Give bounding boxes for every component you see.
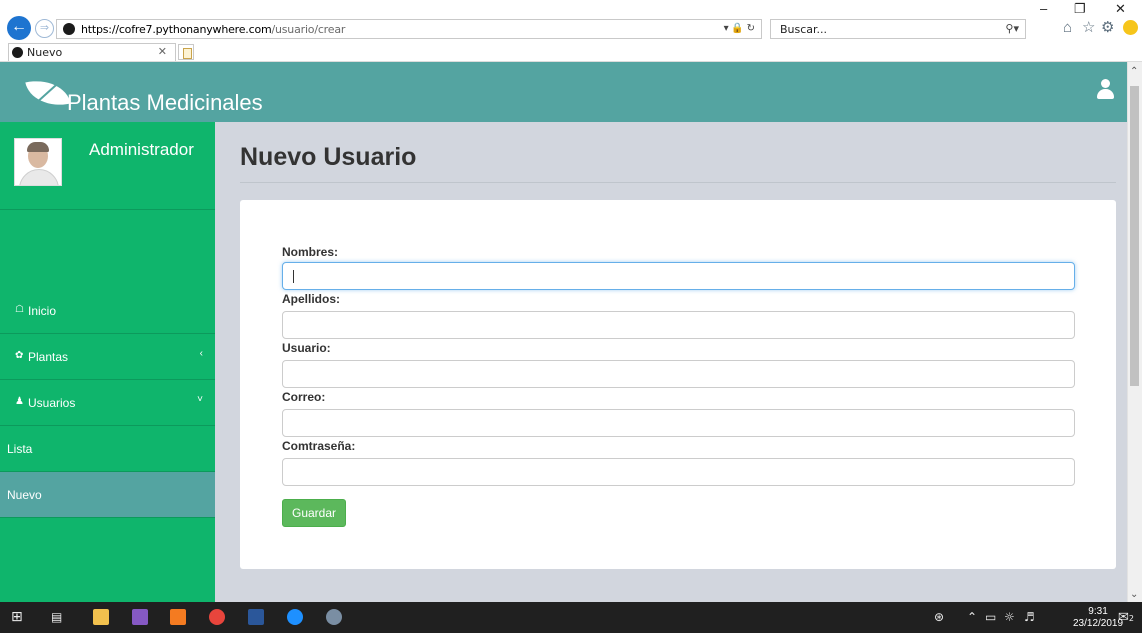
internet-explorer-icon[interactable] bbox=[287, 609, 303, 625]
leaf-logo-icon bbox=[25, 74, 71, 112]
windows-taskbar: ⊞ ▤ ⊛ ⌃ ▭ ☼ ♬ 9:31 23/12/2019 ✉2 bbox=[0, 602, 1142, 633]
sidebar: Administrador ☖ Inicio ✿ Plantas ‹ ♟ Usu… bbox=[0, 122, 215, 602]
restore-button[interactable]: ❐ bbox=[1074, 1, 1086, 17]
back-icon[interactable]: ← bbox=[7, 16, 31, 40]
sublime-text-icon[interactable] bbox=[170, 609, 186, 625]
sidebar-item-plantas[interactable]: ✿ Plantas ‹ bbox=[0, 334, 215, 380]
page-viewport: Plantas Medicinales Administrador ☖ Inic… bbox=[0, 62, 1127, 602]
sidebar-item-inicio[interactable]: ☖ Inicio bbox=[0, 288, 215, 334]
home-browser-icon[interactable]: ⌂ bbox=[1063, 19, 1072, 37]
chevron-down-icon: ˅ bbox=[197, 394, 203, 405]
browser-search[interactable]: Buscar... ⚲▾ bbox=[770, 19, 1026, 39]
notification-icon[interactable]: ✉2 bbox=[1118, 610, 1134, 625]
word-icon[interactable] bbox=[248, 609, 264, 625]
usuario-label: Usuario: bbox=[282, 341, 331, 355]
app-header: Plantas Medicinales bbox=[0, 62, 1127, 122]
network-icon[interactable]: ☼ bbox=[1004, 610, 1015, 624]
divider bbox=[240, 182, 1116, 183]
sidebar-item-label: Usuarios bbox=[28, 396, 76, 410]
tab-favicon-icon bbox=[12, 47, 23, 58]
new-tab-button[interactable] bbox=[178, 44, 194, 60]
main-content: Nuevo Usuario Nombres: Apellidos: Usuari… bbox=[215, 122, 1127, 602]
scroll-thumb[interactable] bbox=[1130, 86, 1139, 386]
address-bar[interactable]: https://cofre7.pythonanywhere.com/usuari… bbox=[56, 19, 762, 39]
sidebar-item-lista[interactable]: Lista bbox=[0, 426, 215, 472]
page-scrollbar[interactable]: ⌃ ⌄ bbox=[1127, 62, 1142, 602]
usuario-field[interactable] bbox=[282, 360, 1075, 388]
file-explorer-icon[interactable] bbox=[93, 609, 109, 625]
sidebar-item-nuevo[interactable]: Nuevo bbox=[0, 472, 215, 518]
battery-icon[interactable]: ▭ bbox=[985, 610, 996, 624]
scroll-up-icon[interactable]: ⌃ bbox=[1130, 66, 1138, 77]
sidebar-item-label: Nuevo bbox=[7, 488, 42, 502]
site-favicon-icon bbox=[63, 23, 75, 35]
apellidos-label: Apellidos: bbox=[282, 292, 341, 306]
favorites-star-icon[interactable]: ☆ bbox=[1082, 19, 1095, 37]
form-card: Nombres: Apellidos: Usuario: Correo: Com… bbox=[240, 200, 1116, 569]
clock-time: 9:31 bbox=[1088, 606, 1108, 617]
taskbar-clock[interactable]: 9:31 23/12/2019 bbox=[1073, 606, 1123, 630]
address-tools-icon[interactable]: ▾ 🔒 ↻ bbox=[724, 23, 755, 34]
save-button[interactable]: Guardar bbox=[282, 499, 346, 527]
sidebar-item-label: Plantas bbox=[28, 350, 69, 364]
windows-start-icon[interactable]: ⊞ bbox=[11, 609, 23, 625]
leaf-icon: ✿ bbox=[15, 350, 24, 361]
correo-label: Correo: bbox=[282, 390, 326, 404]
correo-field[interactable] bbox=[282, 409, 1075, 437]
visual-studio-icon[interactable] bbox=[132, 609, 148, 625]
user-icon: ♟ bbox=[15, 396, 24, 407]
show-hidden-icons[interactable]: ⌃ bbox=[967, 610, 977, 624]
browser-toolbar: ← ⇒ https://cofre7.pythonanywhere.com/us… bbox=[0, 0, 1142, 40]
brand-title[interactable]: Plantas Medicinales bbox=[67, 90, 263, 116]
user-panel: Administrador bbox=[0, 122, 215, 210]
search-icon[interactable]: ⚲▾ bbox=[1005, 22, 1019, 35]
search-placeholder: Buscar... bbox=[780, 23, 828, 36]
apellidos-field[interactable] bbox=[282, 311, 1075, 339]
minimize-button[interactable]: – bbox=[1040, 1, 1047, 16]
clock-date: 23/12/2019 bbox=[1073, 618, 1124, 629]
tab-close-icon[interactable]: ✕ bbox=[158, 45, 167, 58]
password-label: Comtraseña: bbox=[282, 439, 356, 453]
url-text: https://cofre7.pythonanywhere.com/usuari… bbox=[81, 23, 346, 36]
forward-icon[interactable]: ⇒ bbox=[35, 19, 54, 38]
nombres-label: Nombres: bbox=[282, 245, 339, 259]
paint-icon[interactable] bbox=[326, 609, 342, 625]
chevron-left-icon: ‹ bbox=[199, 348, 203, 359]
people-icon[interactable]: ⊛ bbox=[934, 610, 944, 624]
tab-title: Nuevo bbox=[27, 46, 63, 59]
feedback-smiley-icon[interactable] bbox=[1123, 20, 1138, 35]
scroll-down-icon[interactable]: ⌄ bbox=[1130, 589, 1138, 600]
user-name: Administrador bbox=[89, 140, 194, 159]
sidebar-item-usuarios[interactable]: ♟ Usuarios ˅ bbox=[0, 380, 215, 426]
close-window-button[interactable]: ✕ bbox=[1115, 1, 1126, 17]
password-field[interactable] bbox=[282, 458, 1075, 486]
tab-strip: Nuevo ✕ bbox=[0, 40, 1142, 62]
volume-icon[interactable]: ♬ bbox=[1024, 610, 1035, 624]
sidebar-item-label: Lista bbox=[7, 442, 33, 456]
home-icon: ☖ bbox=[15, 304, 24, 315]
chrome-icon[interactable] bbox=[209, 609, 225, 625]
avatar bbox=[14, 138, 62, 186]
text-caret bbox=[293, 270, 294, 283]
task-view-icon[interactable]: ▤ bbox=[51, 610, 62, 624]
settings-gear-icon[interactable]: ⚙ bbox=[1101, 19, 1114, 37]
nombres-field[interactable] bbox=[282, 262, 1075, 290]
page-title: Nuevo Usuario bbox=[240, 143, 417, 171]
user-menu-icon[interactable] bbox=[1096, 79, 1114, 101]
sidebar-item-label: Inicio bbox=[28, 304, 57, 318]
tab-nuevo[interactable]: Nuevo ✕ bbox=[8, 43, 176, 61]
